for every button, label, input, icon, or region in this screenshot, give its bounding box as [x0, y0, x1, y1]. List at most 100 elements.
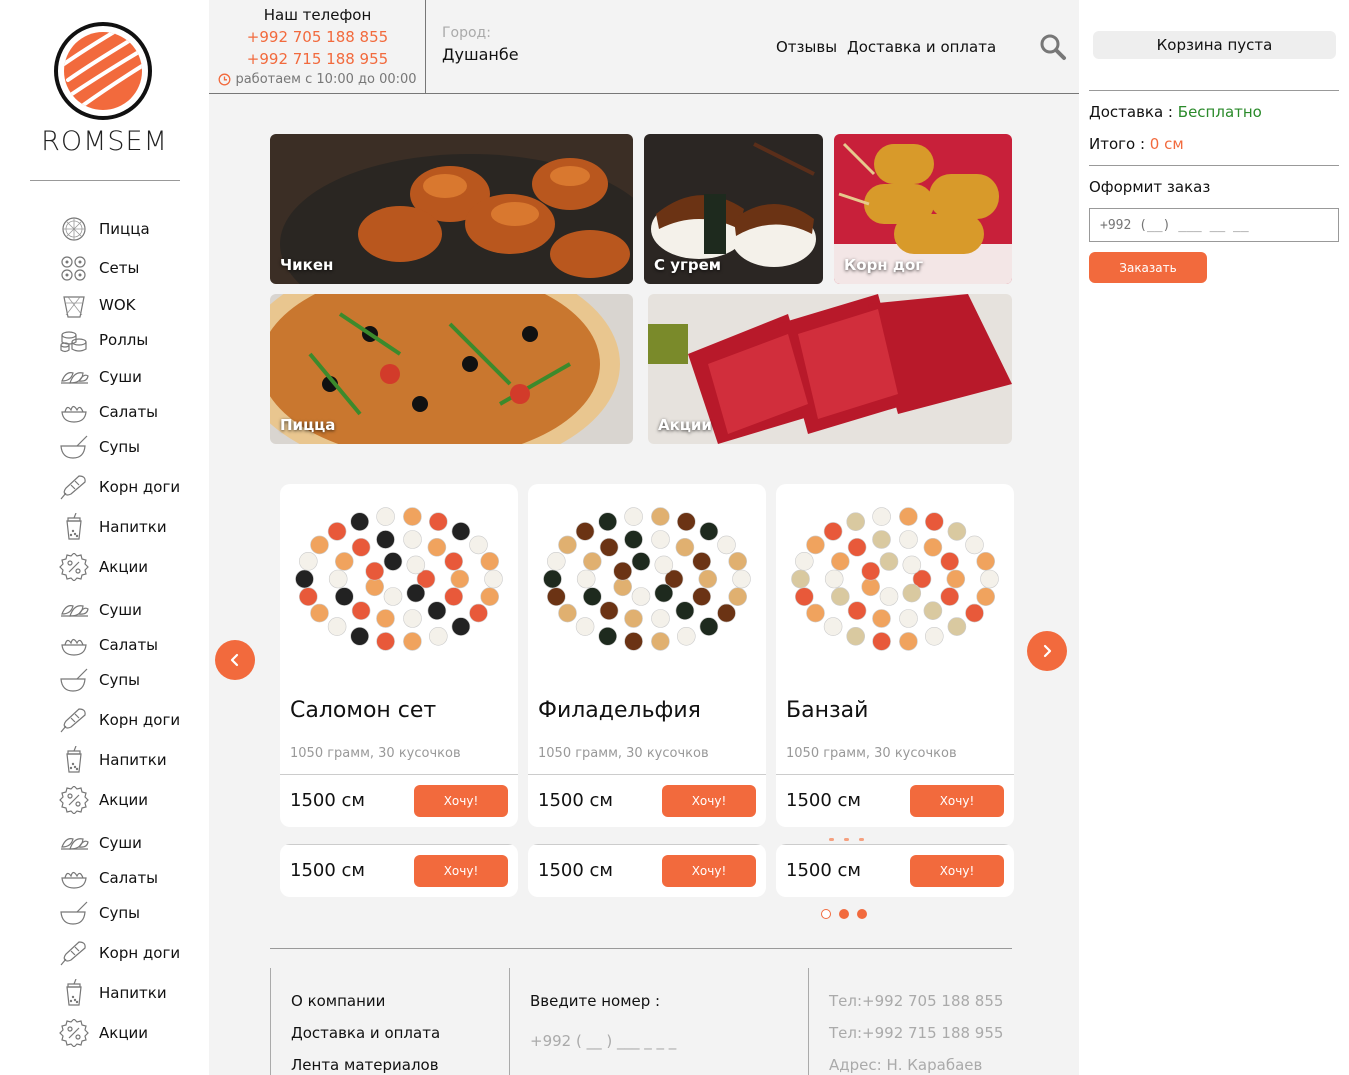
sidebar-item-16[interactable]: Суши [58, 828, 142, 858]
want-button[interactable]: Хочу! [414, 785, 508, 817]
sidebar-item-0[interactable]: Пицца [58, 214, 150, 244]
carousel-prev-button[interactable] [215, 640, 255, 680]
product-card[interactable]: Саломон сет 1050 грамм, 30 кусочков 1500 с… [280, 484, 518, 827]
nav-delivery[interactable]: Доставка и оплата [847, 38, 996, 56]
card-divider [280, 774, 518, 775]
tile-label-pizza: Пицца [280, 416, 336, 434]
cart-order-title: Оформит заказ [1089, 178, 1211, 196]
carousel-dot-3[interactable] [857, 909, 867, 919]
product-card-compact[interactable]: 1500 см Хочу! [776, 844, 1014, 897]
want-button[interactable]: Хочу! [414, 855, 508, 887]
sidebar-item-label: Сеты [99, 259, 140, 277]
sidebar-item-18[interactable]: Супы [58, 898, 140, 928]
tile-label-promo: Акции [658, 416, 712, 434]
sidebar-item-13[interactable]: Корн доги [58, 705, 180, 735]
card-divider [776, 844, 1014, 845]
sidebar-item-7[interactable]: Корн доги [58, 472, 180, 502]
search-button[interactable] [1039, 33, 1067, 61]
salmon-logo-icon [64, 32, 142, 110]
footer-contact-phone-2: Тел:+992 715 188 955 [829, 1024, 1004, 1042]
carousel-dot-2[interactable] [839, 909, 849, 919]
card-divider [528, 774, 766, 775]
logo[interactable] [54, 22, 152, 120]
logo-divider [30, 180, 180, 181]
footer-col-line [270, 968, 271, 1075]
card-divider [280, 844, 518, 845]
product-image [543, 507, 751, 651]
sidebar-item-21[interactable]: Акции [58, 1018, 148, 1048]
tile-chicken[interactable]: Чикен [270, 134, 633, 284]
phone-block: Наш телефон +992 705 188 855 +992 715 18… [209, 0, 426, 93]
sidebar-item-14[interactable]: Напитки [58, 745, 167, 775]
product-price: 1500 см [786, 860, 862, 881]
product-image [295, 507, 503, 651]
city-select[interactable]: Душанбе [442, 45, 519, 64]
sidebar-item-15[interactable]: Акции [58, 785, 148, 815]
product-meta: 1050 грамм, 30 кусочков [786, 746, 957, 761]
order-button[interactable]: Заказать [1089, 252, 1207, 283]
footer-link-delivery[interactable]: Доставка и оплата [291, 1024, 440, 1042]
cart-phone-input[interactable] [1089, 208, 1339, 242]
sidebar-item-8[interactable]: Напитки [58, 512, 167, 542]
tile-pizza[interactable]: Пицца [270, 294, 633, 444]
footer-link-feed[interactable]: Лента материалов [291, 1056, 439, 1074]
product-title: Филадельфия [538, 698, 701, 723]
sidebar-item-10[interactable]: Суши [58, 595, 142, 625]
carousel-mini-dots [829, 838, 864, 841]
salad-icon [58, 864, 90, 892]
product-card[interactable]: Банзай 1050 грамм, 30 кусочков 1500 см Хочу… [776, 484, 1014, 827]
phone-link-1[interactable]: +992 705 188 855 [209, 28, 426, 46]
want-button[interactable]: Хочу! [910, 855, 1004, 887]
product-card[interactable]: Филадельфия 1050 грамм, 30 кусочков 1500 с… [528, 484, 766, 827]
sidebar-item-1[interactable]: Сеты [58, 253, 139, 283]
tile-label-corndog: Корн дог [844, 256, 924, 274]
sidebar-item-19[interactable]: Корн доги [58, 938, 180, 968]
sidebar-item-2[interactable]: WOK [58, 290, 135, 320]
cart-divider [1089, 90, 1339, 91]
product-card-compact[interactable]: 1500 см Хочу! [528, 844, 766, 897]
sidebar-item-3[interactable]: Роллы [58, 325, 148, 355]
cart-panel: Корзина пуста Доставка : Бесплатно Итого… [1079, 0, 1349, 1075]
clock-icon [219, 73, 231, 86]
cart-status-button[interactable]: Корзина пуста [1093, 31, 1336, 59]
sidebar-item-9[interactable]: Акции [58, 552, 148, 582]
sidebar-item-12[interactable]: Супы [58, 665, 140, 695]
product-card-compact[interactable]: 1500 см Хочу! [280, 844, 518, 897]
want-button[interactable]: Хочу! [910, 785, 1004, 817]
sushi-icon [58, 829, 90, 857]
carousel-dot-1[interactable] [821, 909, 831, 919]
cart-delivery-label: Доставка : [1089, 103, 1173, 121]
nav-reviews[interactable]: Отзывы [776, 38, 837, 56]
wok-icon [58, 291, 90, 319]
sidebar-item-6[interactable]: Супы [58, 432, 140, 462]
sidebar-item-label: Супы [99, 671, 141, 689]
sidebar-item-label: Напитки [99, 518, 167, 536]
footer-contact-address: Адрес: Н. Карабаев [829, 1056, 983, 1074]
tile-promo[interactable]: Акции [648, 294, 1012, 444]
want-button[interactable]: Хочу! [662, 855, 756, 887]
sidebar-item-label: Напитки [99, 984, 167, 1002]
want-button[interactable]: Хочу! [662, 785, 756, 817]
sidebar-item-5[interactable]: Салаты [58, 397, 158, 427]
phone-link-2[interactable]: +992 715 188 955 [209, 50, 426, 68]
cart-total: Итого : 0 см [1089, 135, 1184, 153]
cart-total-label: Итого : [1089, 135, 1146, 153]
sets-icon [58, 254, 90, 282]
sidebar-item-label: Акции [99, 558, 149, 576]
sidebar-item-11[interactable]: Салаты [58, 630, 158, 660]
tile-eel[interactable]: С угрем [644, 134, 823, 284]
tile-label-chicken: Чикен [280, 256, 334, 274]
salad-icon [58, 631, 90, 659]
footer-phone-input[interactable]: +992 ( __ ) ___ _ _ _ [530, 1032, 676, 1050]
product-meta: 1050 грамм, 30 кусочков [290, 746, 461, 761]
sidebar-item-label: Акции [99, 791, 149, 809]
sidebar-item-17[interactable]: Салаты [58, 863, 158, 893]
footer-contact-phone-1: Тел:+992 705 188 855 [829, 992, 1004, 1010]
carousel-next-button[interactable] [1027, 631, 1067, 671]
phone-title: Наш телефон [263, 6, 372, 24]
sidebar-item-4[interactable]: Суши [58, 362, 142, 392]
sidebar-item-20[interactable]: Напитки [58, 978, 167, 1008]
brand-name: ROMSEM [41, 126, 168, 157]
tile-corndog[interactable]: Корн дог [834, 134, 1012, 284]
footer-link-about[interactable]: О компании [291, 992, 385, 1010]
